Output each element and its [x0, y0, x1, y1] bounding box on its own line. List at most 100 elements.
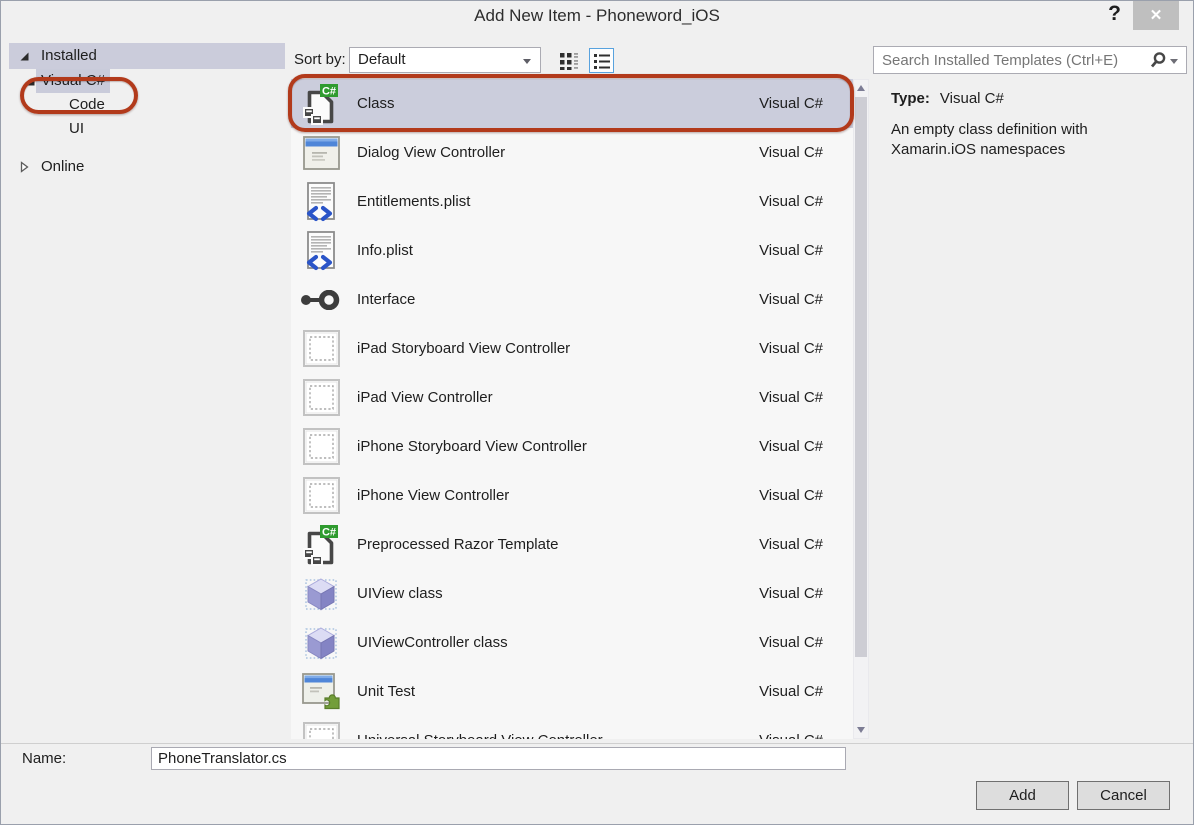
scrollbar-thumb[interactable] — [855, 97, 867, 657]
name-input[interactable] — [151, 747, 846, 770]
sidebar-tree: InstalledVisual C#CodeUI Online — [9, 43, 285, 179]
template-list: C#ClassVisual C#Dialog View ControllerVi… — [291, 79, 853, 739]
cube-icon — [299, 624, 343, 662]
cube-icon — [299, 575, 343, 613]
template-item-preprocessed-razor-template[interactable]: C# Preprocessed Razor TemplateVisual C# — [291, 520, 853, 569]
sort-by-dropdown[interactable]: Default — [349, 47, 541, 73]
template-name: iPad Storyboard View Controller — [357, 340, 759, 357]
template-category: Visual C# — [759, 95, 823, 112]
add-button[interactable]: Add — [976, 781, 1069, 810]
template-name: Dialog View Controller — [357, 144, 759, 161]
template-name: Universal Storyboard View Controller — [357, 732, 759, 739]
type-row: Type: Visual C# — [891, 90, 1004, 107]
storyboard-icon — [299, 477, 343, 514]
search-options-chevron-icon[interactable] — [1170, 59, 1178, 64]
sidebar-item-label: Code — [69, 93, 105, 117]
template-item-unit-test[interactable]: Unit TestVisual C# — [291, 667, 853, 716]
sort-by-value: Default — [358, 51, 406, 68]
template-name: Class — [357, 95, 759, 112]
footer-divider — [1, 743, 1193, 744]
template-item-universal-storyboard-view-controller[interactable]: Universal Storyboard View ControllerVisu… — [291, 716, 853, 739]
add-new-item-dialog: Add New Item - Phoneword_iOS ? ✕ Install… — [0, 0, 1194, 825]
sidebar-item-label: UI — [69, 117, 84, 141]
list-scrollbar[interactable] — [853, 79, 869, 739]
storyboard-icon — [299, 428, 343, 465]
template-category: Visual C# — [759, 634, 823, 651]
interface-icon — [299, 290, 343, 310]
storyboard-icon — [299, 379, 343, 416]
template-name: Info.plist — [357, 242, 759, 259]
cancel-button[interactable]: Cancel — [1077, 781, 1170, 810]
template-name: iPad View Controller — [357, 389, 759, 406]
plist-icon — [299, 182, 343, 222]
template-name: iPhone View Controller — [357, 487, 759, 504]
template-category: Visual C# — [759, 732, 823, 739]
csharp-class-icon: C# — [299, 83, 343, 125]
storyboard-icon — [299, 330, 343, 367]
help-icon[interactable]: ? — [1108, 2, 1121, 26]
sidebar-item-online[interactable]: Online — [9, 155, 285, 179]
sidebar: InstalledVisual C#CodeUI Online — [9, 43, 285, 179]
sidebar-item-visual-c[interactable]: Visual C# — [9, 69, 285, 93]
triangle-up-icon — [857, 85, 865, 91]
template-item-interface[interactable]: InterfaceVisual C# — [291, 275, 853, 324]
close-button[interactable]: ✕ — [1133, 1, 1179, 30]
type-value: Visual C# — [940, 90, 1004, 107]
template-name: Entitlements.plist — [357, 193, 759, 210]
template-category: Visual C# — [759, 683, 823, 700]
template-item-entitlements-plist[interactable]: Entitlements.plistVisual C# — [291, 177, 853, 226]
scrollbar-down-arrow[interactable] — [854, 722, 868, 738]
template-name: UIViewController class — [357, 634, 759, 651]
template-name: Preprocessed Razor Template — [357, 536, 759, 553]
search-icon[interactable] — [1148, 51, 1168, 69]
template-item-class[interactable]: C# ClassVisual C# — [291, 79, 853, 128]
template-category: Visual C# — [759, 487, 823, 504]
unittest-window-icon — [299, 673, 343, 710]
template-item-info-plist[interactable]: Info.plistVisual C# — [291, 226, 853, 275]
template-name: Unit Test — [357, 683, 759, 700]
template-name: Interface — [357, 291, 759, 308]
name-label: Name: — [22, 750, 66, 767]
template-category: Visual C# — [759, 242, 823, 259]
csharp-class-icon: C# — [299, 524, 343, 566]
search-box — [873, 46, 1187, 74]
template-name: UIView class — [357, 585, 759, 602]
small-icons-view-button[interactable] — [556, 48, 581, 73]
dialog-title: Add New Item - Phoneword_iOS — [1, 1, 1193, 31]
scrollbar-up-arrow[interactable] — [854, 80, 868, 96]
window-icon — [299, 136, 343, 170]
template-item-uiviewcontroller-class[interactable]: UIViewController classVisual C# — [291, 618, 853, 667]
template-item-dialog-view-controller[interactable]: Dialog View ControllerVisual C# — [291, 128, 853, 177]
template-category: Visual C# — [759, 536, 823, 553]
template-category: Visual C# — [759, 585, 823, 602]
type-label: Type: — [891, 90, 930, 107]
template-description: An empty class definition with Xamarin.i… — [891, 120, 1147, 160]
close-icon: ✕ — [1150, 7, 1163, 24]
plist-icon — [299, 231, 343, 271]
sidebar-item-code[interactable]: Code — [9, 93, 285, 117]
template-item-ipad-view-controller[interactable]: iPad View ControllerVisual C# — [291, 373, 853, 422]
title-bar[interactable]: Add New Item - Phoneword_iOS ? ✕ — [1, 1, 1193, 33]
template-category: Visual C# — [759, 291, 823, 308]
template-item-ipad-storyboard-view-controller[interactable]: iPad Storyboard View ControllerVisual C# — [291, 324, 853, 373]
svg-text:C#: C# — [322, 85, 336, 97]
tree-expanded-icon[interactable] — [19, 43, 31, 69]
sidebar-item-label: Online — [41, 155, 84, 179]
template-category: Visual C# — [759, 193, 823, 210]
template-item-iphone-storyboard-view-controller[interactable]: iPhone Storyboard View ControllerVisual … — [291, 422, 853, 471]
sidebar-item-ui[interactable]: UI — [9, 117, 285, 141]
template-name: iPhone Storyboard View Controller — [357, 438, 759, 455]
search-input[interactable] — [874, 52, 1148, 69]
template-item-iphone-view-controller[interactable]: iPhone View ControllerVisual C# — [291, 471, 853, 520]
template-category: Visual C# — [759, 389, 823, 406]
sidebar-item-installed[interactable]: Installed — [9, 43, 285, 69]
storyboard-icon — [299, 722, 343, 739]
triangle-down-icon — [857, 727, 865, 733]
tree-collapsed-icon[interactable] — [19, 155, 31, 179]
template-category: Visual C# — [759, 144, 823, 161]
sort-by-label: Sort by: — [294, 51, 346, 68]
list-view-button[interactable] — [589, 48, 614, 73]
template-item-uiview-class[interactable]: UIView classVisual C# — [291, 569, 853, 618]
template-category: Visual C# — [759, 340, 823, 357]
template-category: Visual C# — [759, 438, 823, 455]
